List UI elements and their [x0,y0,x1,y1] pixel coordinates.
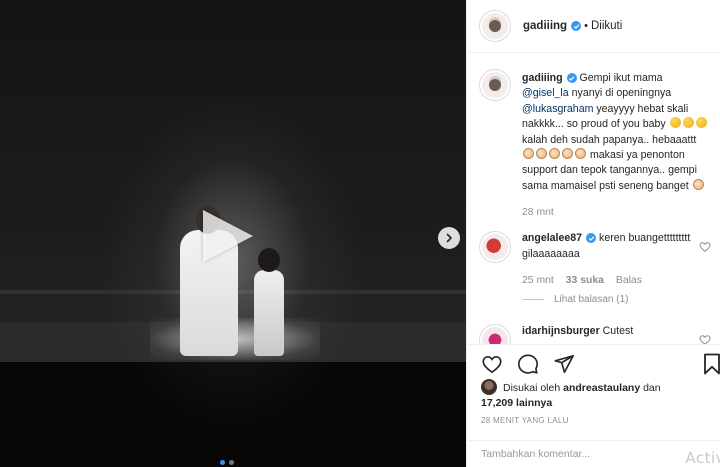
liked-by: Disukai oleh andreastaulany dan 17,209 l… [481,379,713,411]
post-media[interactable] [0,0,466,467]
mention-gisel[interactable]: @gisel_la [522,87,569,99]
view-replies-button[interactable]: Lihat balasan (1) [522,294,709,305]
like-comment-heart-icon[interactable] [699,241,711,253]
comment-username[interactable]: angelalee87 [522,232,582,244]
save-bookmark-icon[interactable] [703,353,720,375]
caption-avatar[interactable] [479,69,511,101]
author-username[interactable]: gadiiing [523,20,567,32]
liked-by-username[interactable]: andreastaulany [563,382,640,394]
commenter-avatar[interactable] [479,231,511,264]
header-separator: • [584,20,588,32]
comment-input[interactable] [481,448,681,460]
caption: gadiiing Gempi ikut mama @gisel_la nyany… [467,54,720,218]
add-comment-bar [467,440,720,467]
clap-emoji-icon [575,148,586,160]
like-heart-icon[interactable] [481,353,503,375]
performer-child [250,248,290,356]
caption-time[interactable]: 28 mnt [522,207,554,218]
clap-emoji-icon [562,148,573,160]
comment-item: angelalee87 keren buangettttttttt gilaaa… [467,231,720,305]
following-button[interactable]: Diikuti [591,20,622,32]
post-sidebar: gadiiing • Diikuti gadiiing Gempi ikut m… [466,0,720,467]
liked-by-avatar[interactable] [481,379,497,395]
carousel-indicator [220,460,234,465]
comments-list[interactable]: gadiiing Gempi ikut mama @gisel_la nyany… [467,54,720,344]
kiss-emoji-icon [695,117,707,129]
verified-badge-icon [571,21,582,31]
like-comment-heart-icon[interactable] [699,334,711,344]
comment-text: angelalee87 keren buangettttttttt gilaaa… [522,232,691,260]
comment-item: idarhijnsburger Cutest [467,324,720,344]
share-paperplane-icon[interactable] [553,353,575,375]
kiss-emoji-icon [682,117,694,129]
verified-badge-icon [586,233,597,244]
clap-emoji-icon [536,148,547,160]
post-actions: Disukai oleh andreastaulany dan 17,209 l… [467,344,720,467]
comment-time[interactable]: 25 mnt [522,275,554,286]
comment-text: idarhijnsburger Cutest [522,325,634,338]
carousel-dot [229,460,234,465]
activation-watermark: Activ [685,449,720,467]
kiss-emoji-icon [669,117,681,129]
caption-text: gadiiing Gempi ikut mama @gisel_la nyany… [522,71,709,194]
author-avatar[interactable] [479,10,511,42]
clap-emoji-icon [549,148,560,160]
clap-emoji-icon [523,148,534,160]
next-media-button[interactable] [438,227,460,249]
mention-lukasgraham[interactable]: @lukasgraham [522,103,593,115]
clap-emoji-icon [692,178,704,190]
action-icons [481,353,575,375]
commenter-avatar[interactable] [479,324,511,344]
view-replies-label: Lihat balasan (1) [554,294,629,306]
play-icon[interactable] [203,210,253,262]
replies-divider [522,299,544,301]
post-header: gadiiing • Diikuti [467,0,720,53]
verified-badge-icon [566,73,577,84]
comment-username[interactable]: idarhijnsburger [522,325,600,337]
post-timestamp[interactable]: 28 MENIT YANG LALU [481,416,569,425]
caption-meta: 28 mnt [522,207,709,218]
comment-bubble-icon[interactable] [517,353,539,375]
comment-meta: 25 mnt 33 suka Balas [522,275,709,286]
carousel-dot-active [220,460,225,465]
likes-count-button[interactable]: 17,209 lainnya [481,397,552,409]
reply-button[interactable]: Balas [616,275,642,286]
comment-likes[interactable]: 33 suka [566,275,604,286]
caption-username[interactable]: gadiiing [522,72,563,84]
chevron-right-icon [446,233,452,243]
